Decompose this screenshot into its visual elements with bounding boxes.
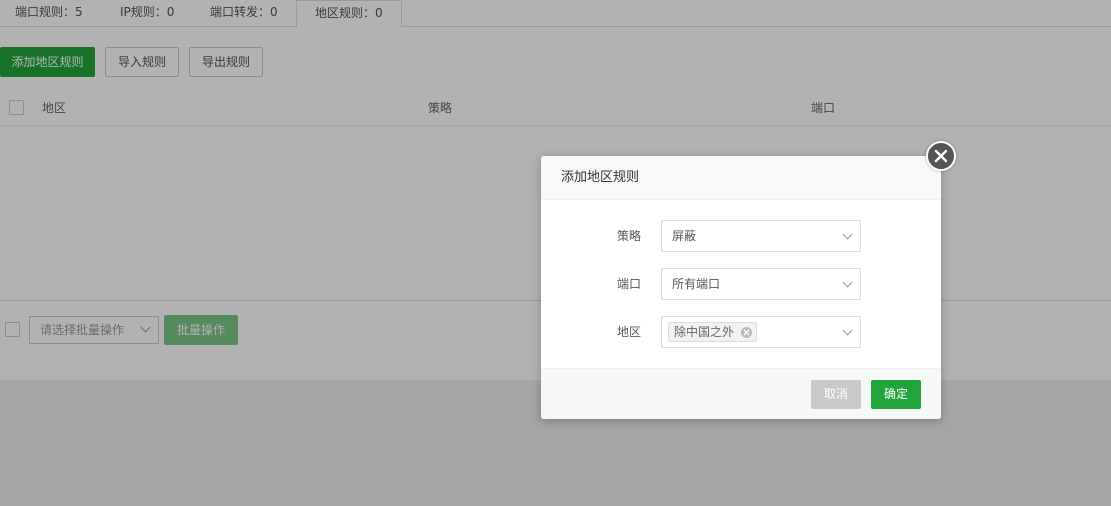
add-region-rule-dialog: 添加地区规则 策略 屏蔽 端口 所有端口 地区 除中国之外 取消 确定: [541, 156, 941, 419]
tag-remove-icon[interactable]: [741, 327, 753, 338]
policy-select[interactable]: 屏蔽: [661, 220, 861, 252]
policy-value: 屏蔽: [672, 229, 697, 243]
region-multiselect[interactable]: 除中国之外: [661, 316, 861, 348]
cancel-button[interactable]: 取消: [811, 380, 861, 409]
region-label: 地区: [616, 325, 641, 339]
dialog-header: 添加地区规则: [541, 156, 941, 200]
port-label: 端口: [616, 277, 641, 291]
port-select[interactable]: 所有端口: [661, 268, 861, 300]
chevron-down-icon: [842, 277, 853, 288]
region-tag-label: 除中国之外: [674, 325, 735, 339]
confirm-button[interactable]: 确定: [871, 380, 921, 409]
dialog-title: 添加地区规则: [561, 170, 640, 185]
chevron-down-icon: [842, 325, 853, 336]
policy-label: 策略: [616, 229, 641, 243]
port-value: 所有端口: [672, 277, 721, 291]
dialog-footer: 取消 确定: [541, 368, 941, 419]
region-tag: 除中国之外: [668, 322, 758, 342]
close-icon[interactable]: [926, 141, 956, 171]
chevron-down-icon: [842, 229, 853, 240]
